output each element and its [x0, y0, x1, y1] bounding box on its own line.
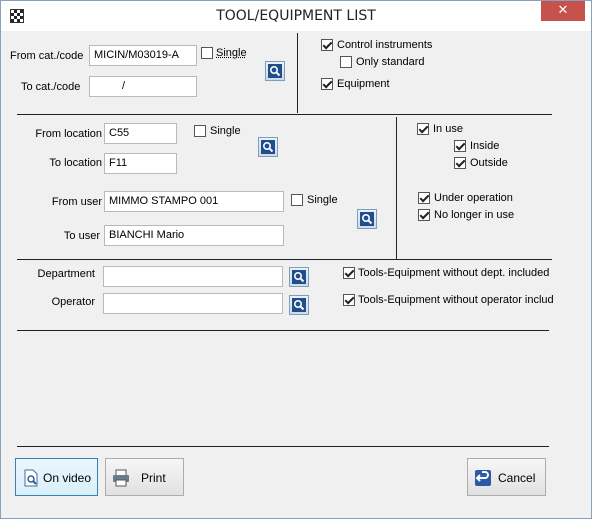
control-instruments-checkbox[interactable]	[321, 39, 333, 51]
divider	[17, 446, 549, 447]
from-location-field[interactable]: C55	[104, 123, 177, 144]
location-single-label: Single	[210, 125, 241, 137]
under-operation-checkbox[interactable]	[418, 192, 430, 204]
catalog-search-button[interactable]	[265, 61, 285, 81]
to-user-field[interactable]: BIANCHI Mario	[104, 225, 284, 246]
to-cat-label: To cat./code	[21, 81, 81, 93]
print-button[interactable]: Print	[105, 458, 184, 496]
from-location-label: From location	[35, 128, 102, 140]
magnifier-icon	[292, 298, 306, 312]
magnifier-icon	[261, 140, 275, 154]
to-cat-field[interactable]: /	[89, 76, 197, 97]
only-standard-label: Only standard	[356, 56, 425, 68]
tool-equipment-list-window: TOOL/EQUIPMENT LIST ✕ From cat./code MIC…	[0, 0, 592, 519]
no-longer-in-use-checkbox[interactable]	[418, 209, 430, 221]
inside-checkbox[interactable]	[454, 140, 466, 152]
undo-arrow-icon	[475, 470, 491, 486]
department-field[interactable]	[103, 266, 283, 287]
outside-label: Outside	[470, 157, 508, 169]
to-location-label: To location	[49, 157, 102, 169]
from-user-field[interactable]: MIMMO STAMPO 001	[104, 191, 284, 212]
without-dept-label: Tools-Equipment without dept. included	[358, 267, 550, 279]
document-search-icon	[24, 469, 38, 487]
divider	[17, 259, 552, 260]
operator-label: Operator	[51, 296, 95, 308]
equipment-checkbox[interactable]	[321, 78, 333, 90]
close-icon: ✕	[557, 3, 569, 18]
department-label: Department	[37, 268, 95, 280]
on-video-label: On video	[43, 471, 92, 485]
without-operator-label: Tools-Equipment without operator include…	[358, 294, 554, 306]
divider	[297, 33, 298, 113]
cat-single-label: Single	[216, 47, 247, 59]
close-button[interactable]: ✕	[541, 1, 585, 21]
window-title: TOOL/EQUIPMENT LIST	[216, 8, 376, 24]
without-dept-checkbox[interactable]	[343, 267, 355, 279]
department-search-button[interactable]	[289, 267, 309, 287]
equipment-label: Equipment	[337, 78, 390, 90]
cancel-button[interactable]: Cancel	[467, 458, 546, 496]
from-cat-field[interactable]: MICIN/M03019-A	[89, 45, 197, 66]
inside-label: Inside	[470, 140, 500, 152]
to-location-field[interactable]: F11	[104, 153, 177, 174]
user-single-checkbox[interactable]	[291, 194, 303, 206]
magnifier-icon	[360, 212, 374, 226]
location-single-checkbox[interactable]	[194, 125, 206, 137]
divider	[396, 117, 397, 259]
title-bar: TOOL/EQUIPMENT LIST ✕	[1, 1, 591, 31]
location-search-button[interactable]	[258, 137, 278, 157]
no-longer-in-use-label: No longer in use	[434, 209, 515, 221]
cat-single-checkbox[interactable]	[201, 47, 213, 59]
from-user-label: From user	[51, 196, 102, 208]
in-use-checkbox[interactable]	[417, 123, 429, 135]
from-cat-label: From cat./code	[10, 50, 84, 62]
divider	[17, 330, 549, 331]
to-user-label: To user	[63, 230, 100, 242]
print-label: Print	[141, 471, 166, 485]
operator-field[interactable]	[103, 293, 283, 314]
cancel-label: Cancel	[498, 471, 536, 485]
divider	[17, 114, 552, 115]
printer-icon	[113, 469, 129, 487]
on-video-button[interactable]: On video	[15, 458, 98, 496]
user-single-label: Single	[307, 194, 338, 206]
control-instruments-label: Control instruments	[337, 39, 433, 51]
outside-checkbox[interactable]	[454, 157, 466, 169]
only-standard-checkbox[interactable]	[340, 56, 352, 68]
under-operation-label: Under operation	[434, 192, 513, 204]
without-operator-checkbox[interactable]	[343, 294, 355, 306]
operator-search-button[interactable]	[289, 295, 309, 315]
in-use-label: In use	[433, 123, 463, 135]
magnifier-icon	[268, 64, 282, 78]
user-search-button[interactable]	[357, 209, 377, 229]
magnifier-icon	[292, 270, 306, 284]
